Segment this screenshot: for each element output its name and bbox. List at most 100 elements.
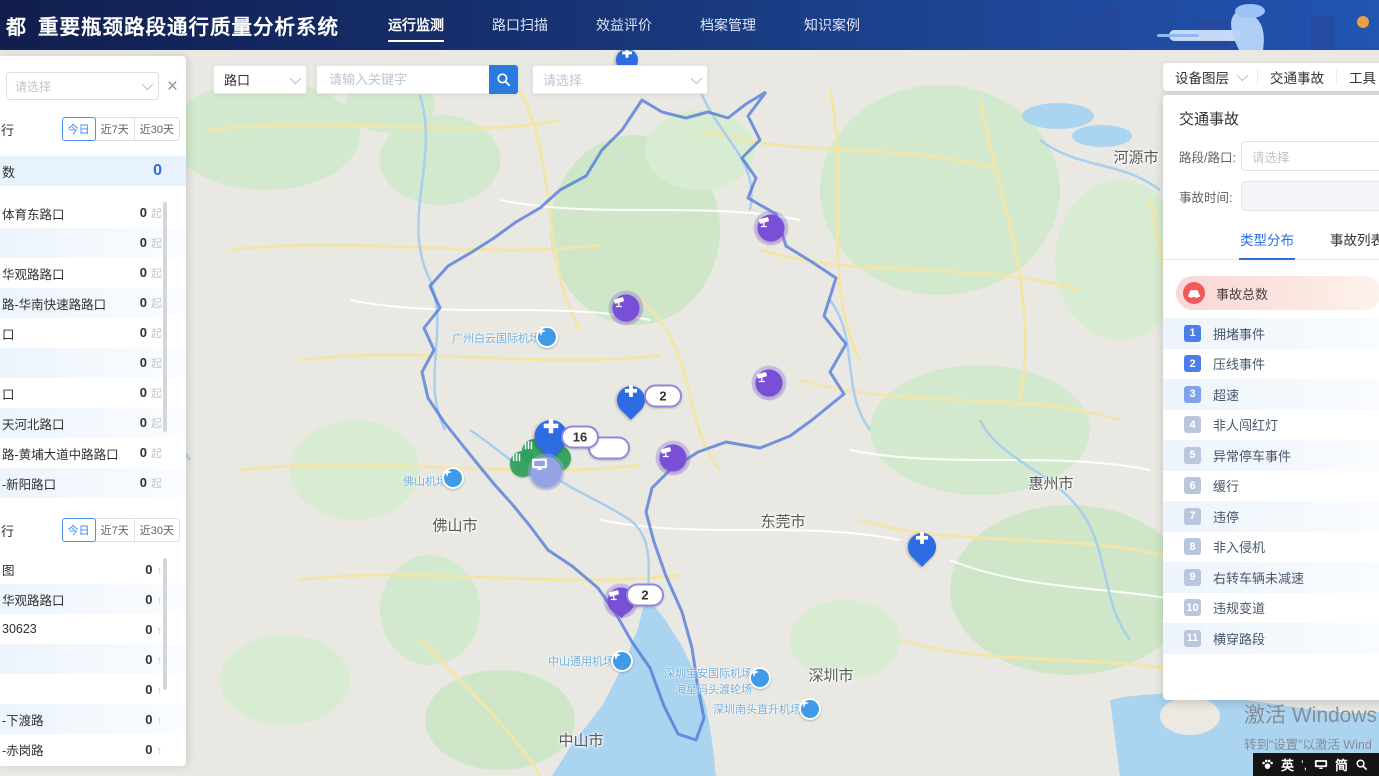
list-item-label: 体育东路口 (2, 204, 65, 223)
time-filter-近30天[interactable]: 近30天 (134, 518, 180, 542)
list-item[interactable]: 路-华南快速路路口0起 (0, 288, 186, 318)
nav-item-3[interactable]: 效益评价 (594, 1, 654, 49)
panel-title: 交通事故 (1163, 95, 1379, 141)
ime-paw-icon[interactable] (1261, 758, 1274, 771)
list-item[interactable]: 华观路路口0起 (0, 258, 186, 288)
airport-marker[interactable] (799, 698, 821, 720)
time-filter-今日[interactable]: 今日 (62, 117, 96, 141)
airport-marker[interactable] (611, 650, 633, 672)
road-select[interactable]: 请选择 (1241, 141, 1379, 171)
list-item[interactable]: 0起 (0, 228, 186, 258)
area-select[interactable]: 请选择 (532, 65, 708, 94)
ime-punctuation[interactable]: ’, (1301, 758, 1307, 772)
camera-marker[interactable] (660, 445, 687, 472)
marker-count-badge: 16 (561, 426, 599, 449)
list-item[interactable]: 华观路路口0↑ (0, 584, 186, 614)
list-item-value: 0↑ (145, 562, 162, 577)
accident-time-input[interactable] (1241, 181, 1379, 211)
list-item-value: 0起 (140, 325, 162, 341)
search-button[interactable] (489, 65, 518, 94)
count-badge-value: 16 (561, 426, 599, 449)
airport-label: 深圳宝安国际机场海星码头渡轮场 (660, 665, 752, 697)
time-filter-group: 今日近7天近30天 (63, 518, 180, 542)
toolbar-item-1[interactable]: 设备图层 (1163, 69, 1257, 85)
ime-simplified-toggle[interactable]: 简 (1335, 755, 1348, 774)
time-filter-今日[interactable]: 今日 (62, 518, 96, 542)
value-unit: ↑ (157, 625, 163, 637)
tab-2[interactable]: 事故列表 (1329, 221, 1379, 259)
tab-1[interactable]: 类型分布 (1239, 221, 1295, 259)
value-unit: ↑ (157, 595, 163, 607)
list-item[interactable]: 30623 0↑ (0, 614, 186, 644)
airport-marker[interactable] (536, 326, 558, 348)
scrollbar[interactable] (163, 558, 167, 690)
display-device-marker[interactable] (531, 457, 562, 488)
list-item[interactable]: 图 0↑ (0, 554, 186, 584)
list-item-label: 口 (2, 324, 15, 343)
list-item[interactable]: -下渡路0↑ (0, 704, 186, 734)
list-item[interactable]: 0↑ (0, 674, 186, 704)
city-label-河源市: 河源市 (1113, 147, 1158, 168)
ime-keyboard-icon[interactable] (1314, 758, 1328, 771)
type-label: 非入侵机 (1213, 537, 1265, 556)
list-item-value: 0起 (140, 265, 162, 281)
time-filter-近7天[interactable]: 近7天 (95, 117, 135, 141)
total-count-value: 0 (153, 162, 162, 180)
value-number: 0 (140, 265, 147, 280)
ranking-section-1: 行 今日近7天近30天 数 0 体育东路口0起0起华观路路口0起路-华南快速路路… (0, 117, 186, 498)
camera-marker[interactable] (756, 370, 783, 397)
list-item-label: -赤岗路 (2, 740, 44, 759)
list-item-label: 30623 (2, 622, 37, 636)
list-item[interactable]: 0↑ (0, 644, 186, 674)
toolbar-item-2[interactable]: 交通事故 (1257, 69, 1336, 85)
list-item-value: 0起 (140, 295, 162, 311)
list-item[interactable]: 天河北路口0起 (0, 408, 186, 438)
list-item-value: 0↑ (145, 622, 162, 637)
list-item[interactable]: -赤岗路0↑ (0, 734, 186, 764)
device-cluster-marker[interactable] (617, 386, 645, 414)
ime-search-icon[interactable] (1355, 758, 1368, 771)
city-label-惠州市: 惠州市 (1028, 473, 1073, 494)
plane-icon (749, 667, 771, 689)
list-item[interactable]: 口 0起 (0, 318, 186, 348)
camera-marker[interactable] (758, 215, 785, 242)
left-ranking-panel: 请选择 × 行 今日近7天近30天 数 0 体育东路口0起0起华观路路口0起路-… (0, 56, 186, 766)
ime-lang-toggle[interactable]: 英 (1281, 755, 1294, 774)
device-cluster-marker[interactable] (908, 533, 936, 561)
scrollbar[interactable] (163, 202, 167, 432)
airport-marker[interactable] (749, 667, 771, 689)
nav-item-2[interactable]: 路口扫描 (490, 1, 550, 49)
left-filter-select[interactable]: 请选择 (6, 72, 159, 100)
type-rank-badge: 9 (1184, 569, 1201, 586)
close-icon[interactable]: × (167, 77, 178, 96)
accident-type-row: 4非人闯红灯 (1163, 410, 1379, 441)
value-number: 0 (140, 415, 147, 430)
list-item[interactable]: 口0起 (0, 378, 186, 408)
camera-marker[interactable] (613, 295, 640, 322)
type-label: 违停 (1213, 507, 1239, 526)
road-select-label: 路段/路口: (1179, 147, 1241, 166)
time-filter-近7天[interactable]: 近7天 (95, 518, 135, 542)
accident-type-row: 11横穿路段 (1163, 623, 1379, 654)
search-type-select[interactable]: 路口 (213, 65, 307, 94)
nav-item-1[interactable]: 运行监测 (386, 1, 446, 49)
value-number: 0 (140, 385, 147, 400)
airport-marker[interactable] (442, 467, 464, 489)
toolbar-item-3[interactable]: 工具 (1336, 69, 1379, 85)
list-item[interactable]: -新阳路口0起 (0, 468, 186, 498)
nav-item-4[interactable]: 档案管理 (698, 1, 758, 49)
list-item-label: 图 (2, 560, 15, 579)
list-item[interactable]: 0起 (0, 348, 186, 378)
accident-tabs: 类型分布事故列表 (1163, 221, 1379, 260)
marker-count-badge: 2 (644, 385, 682, 408)
list-item[interactable]: 体育东路口0起 (0, 198, 186, 228)
value-unit: 起 (151, 295, 162, 311)
accident-type-row: 8非入侵机 (1163, 532, 1379, 563)
time-filter-近30天[interactable]: 近30天 (134, 117, 180, 141)
list-item[interactable]: 路-黄埔大道中路路口...0起 (0, 438, 186, 468)
accident-type-row: 3超速 (1163, 379, 1379, 410)
nav-item-5[interactable]: 知识案例 (802, 1, 862, 49)
list-item-value: 0↑ (145, 592, 162, 607)
value-unit: 起 (151, 445, 162, 461)
keyword-input[interactable] (316, 65, 489, 94)
